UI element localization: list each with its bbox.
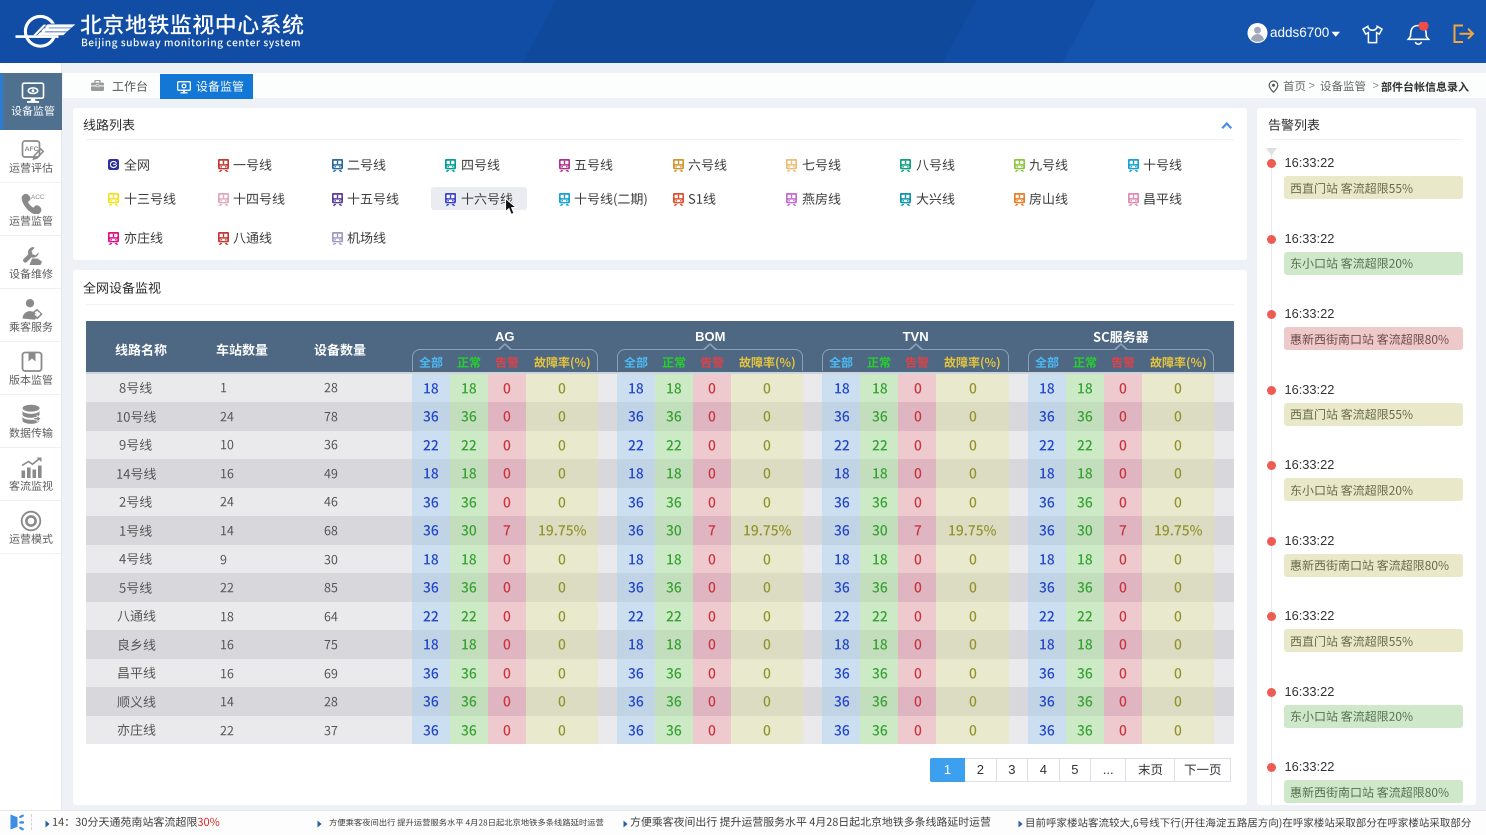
svg-text:AFC: AFC [24, 146, 38, 153]
svg-text:ACC: ACC [31, 194, 44, 201]
